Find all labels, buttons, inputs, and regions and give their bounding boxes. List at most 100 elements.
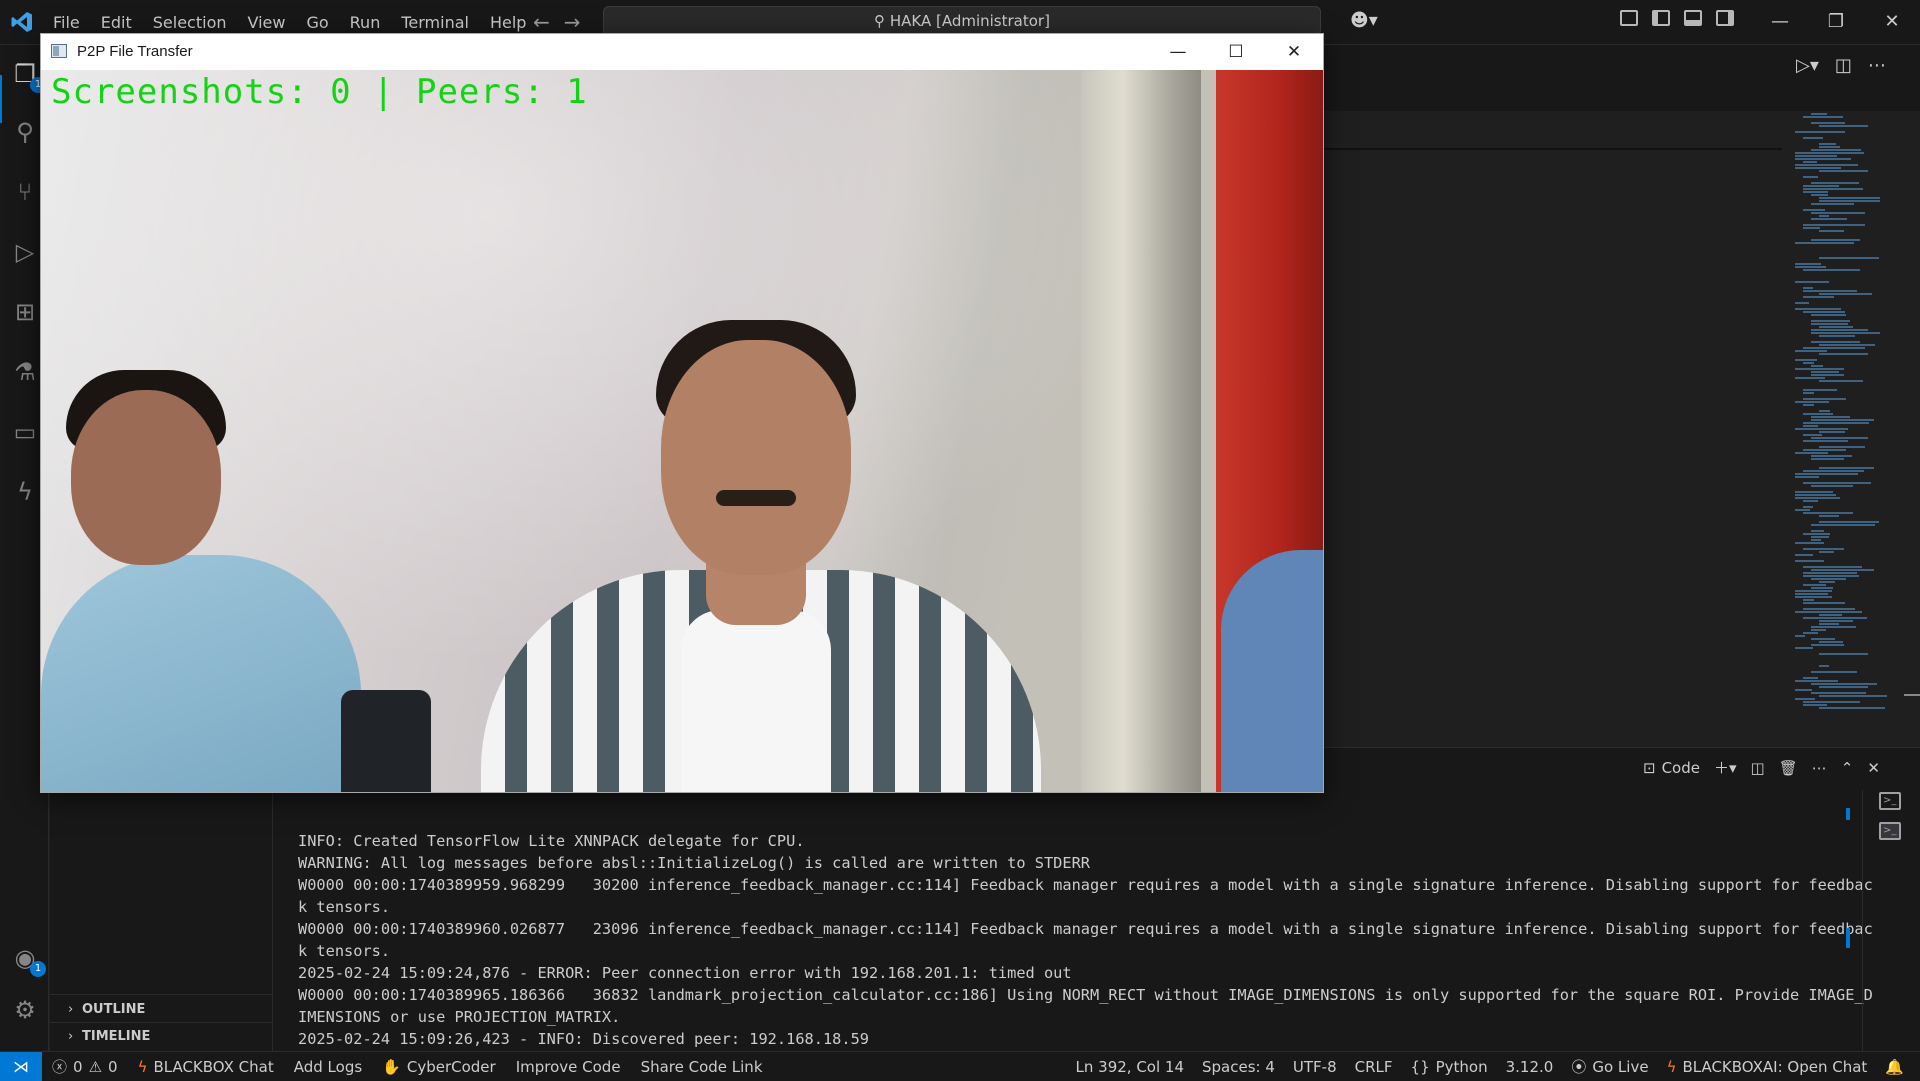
add-logs-item[interactable]: Add Logs: [294, 1058, 362, 1076]
maximize-panel-icon[interactable]: ⌃: [1841, 759, 1854, 777]
run-debug-icon[interactable]: ▷: [12, 239, 38, 265]
terminal-profile[interactable]: ⊡ Code: [1643, 759, 1700, 777]
menu-terminal[interactable]: Terminal: [401, 13, 469, 32]
cybercoder-item[interactable]: ✋ CyberCoder: [382, 1058, 496, 1076]
app-maximize-button[interactable]: ☐: [1207, 34, 1265, 70]
go-live-item[interactable]: ⦿ Go Live: [1571, 1056, 1648, 1077]
blackbox-icon[interactable]: ϟ: [12, 479, 38, 505]
minimize-button[interactable]: —: [1752, 0, 1808, 44]
minimap-line: [1811, 638, 1835, 640]
command-center[interactable]: ⚲ HAKA [Administrator]: [603, 6, 1321, 36]
app-minimize-button[interactable]: —: [1149, 34, 1207, 70]
minimap-line: [1795, 167, 1841, 169]
terminal-line: W0000 00:00:1740389960.026877 23096 infe…: [298, 920, 1873, 938]
extensions-icon[interactable]: ⊞: [12, 299, 38, 325]
minimap-line: [1803, 176, 1818, 178]
indentation[interactable]: Spaces: 4: [1202, 1058, 1275, 1076]
minimap[interactable]: [1795, 113, 1905, 729]
back-arrow-icon[interactable]: ←: [533, 10, 564, 34]
left-person-body: [41, 555, 361, 792]
minimap-line: [1803, 398, 1846, 400]
encoding[interactable]: UTF-8: [1293, 1058, 1337, 1076]
minimap-line: [1811, 458, 1844, 460]
minimap-line: [1803, 632, 1818, 634]
vscode-logo-icon: [11, 12, 32, 32]
outline-section[interactable]: › OUTLINE: [68, 1002, 145, 1017]
window-controls: — ❐ ✕: [1752, 0, 1920, 44]
menu-file[interactable]: File: [53, 13, 80, 32]
timeline-section[interactable]: › TIMELINE: [68, 1029, 150, 1044]
minimap-line: [1803, 572, 1857, 574]
search-icon[interactable]: ⚲: [12, 119, 38, 145]
cursor-position[interactable]: Ln 392, Col 14: [1076, 1058, 1184, 1076]
menu-run[interactable]: Run: [350, 13, 381, 32]
problems-indicator[interactable]: ⓧ 0 ⚠ 0: [52, 1056, 118, 1077]
split-editor-icon[interactable]: ◫: [1835, 55, 1852, 76]
run-python-file-icon[interactable]: ▷▾: [1796, 55, 1819, 76]
terminal-tab-icon[interactable]: >_: [1879, 822, 1901, 840]
split-terminal-icon[interactable]: ◫: [1751, 759, 1765, 777]
close-panel-icon[interactable]: ✕: [1867, 759, 1880, 777]
minimap-line: [1803, 269, 1860, 271]
minimap-line: [1795, 428, 1848, 430]
p2p-app-window: P2P File Transfer — ☐ ✕ Screenshots: 0 |…: [40, 33, 1324, 793]
close-button[interactable]: ✕: [1864, 0, 1920, 44]
customize-layout-icon[interactable]: [1620, 10, 1638, 26]
minimap-line: [1803, 704, 1827, 706]
toggle-panel-icon[interactable]: [1684, 10, 1702, 26]
cybercoder-label: CyberCoder: [406, 1057, 496, 1076]
minimap-line: [1795, 635, 1805, 637]
testing-icon[interactable]: ⚗: [12, 359, 38, 385]
notifications-bell-icon[interactable]: 🔔: [1885, 1058, 1904, 1076]
terminal-output[interactable]: INFO: Created TensorFlow Lite XNNPACK de…: [298, 808, 1873, 1072]
minimap-line: [1811, 671, 1857, 673]
minimap-line: [1819, 581, 1835, 583]
language-mode[interactable]: {} Python: [1411, 1058, 1488, 1076]
minimap-line: [1819, 431, 1845, 433]
remote-indicator-icon[interactable]: ⋊: [0, 1052, 42, 1081]
menu-edit[interactable]: Edit: [101, 13, 132, 32]
minimap-line: [1819, 230, 1844, 232]
menu-help[interactable]: Help: [490, 13, 526, 32]
minimap-line: [1803, 608, 1855, 610]
app-close-button[interactable]: ✕: [1265, 34, 1323, 70]
settings-gear-icon[interactable]: ⚙: [12, 997, 38, 1023]
right-person-arm: [1221, 550, 1323, 792]
minimap-line: [1811, 629, 1826, 631]
minimap-line: [1819, 665, 1829, 667]
center-person-head: [661, 340, 851, 575]
python-version[interactable]: 3.12.0: [1506, 1058, 1554, 1076]
menu-go[interactable]: Go: [306, 13, 328, 32]
minimap-line: [1811, 341, 1860, 343]
toggle-secondary-sidebar-icon[interactable]: [1716, 10, 1734, 26]
menu-selection[interactable]: Selection: [153, 13, 227, 32]
minimap-line: [1811, 182, 1859, 184]
minimap-line: [1811, 218, 1847, 220]
minimap-line: [1811, 536, 1829, 538]
source-control-icon[interactable]: ⑂: [12, 179, 38, 205]
terminal-scroll-marker: [1846, 808, 1850, 820]
copilot-icon[interactable]: ☻▾: [1350, 10, 1378, 31]
new-terminal-icon[interactable]: ＋▾: [1714, 757, 1737, 778]
app-title: P2P File Transfer: [77, 43, 193, 60]
share-code-link-item[interactable]: Share Code Link: [641, 1058, 763, 1076]
end-of-line[interactable]: CRLF: [1355, 1058, 1393, 1076]
forward-arrow-icon[interactable]: →: [564, 10, 595, 34]
minimap-line: [1811, 329, 1868, 331]
more-actions-icon[interactable]: ⋯: [1868, 55, 1886, 76]
editor-scrollbar[interactable]: [1904, 694, 1920, 696]
minimap-line: [1795, 497, 1840, 499]
kill-terminal-icon[interactable]: 🗑: [1779, 759, 1798, 777]
blackboxai-item[interactable]: ϟ BLACKBOXAI: Open Chat: [1667, 1058, 1868, 1076]
restore-button[interactable]: ❐: [1808, 0, 1864, 44]
panel-actions: ⊡ Code ＋▾ ◫ 🗑 ⋯ ⌃ ✕: [1643, 757, 1880, 778]
blackbox-chat-item[interactable]: ϟ BLACKBOX Chat: [138, 1058, 274, 1076]
camera-feed: Screenshots: 0 | Peers: 1: [41, 70, 1323, 792]
menu-view[interactable]: View: [248, 13, 286, 32]
minimap-line: [1803, 533, 1830, 535]
more-icon[interactable]: ⋯: [1812, 759, 1827, 777]
chat-icon[interactable]: ▭: [12, 419, 38, 445]
toggle-primary-sidebar-icon[interactable]: [1652, 10, 1670, 26]
terminal-tab-icon[interactable]: >_: [1879, 792, 1901, 810]
improve-code-item[interactable]: Improve Code: [516, 1058, 621, 1076]
